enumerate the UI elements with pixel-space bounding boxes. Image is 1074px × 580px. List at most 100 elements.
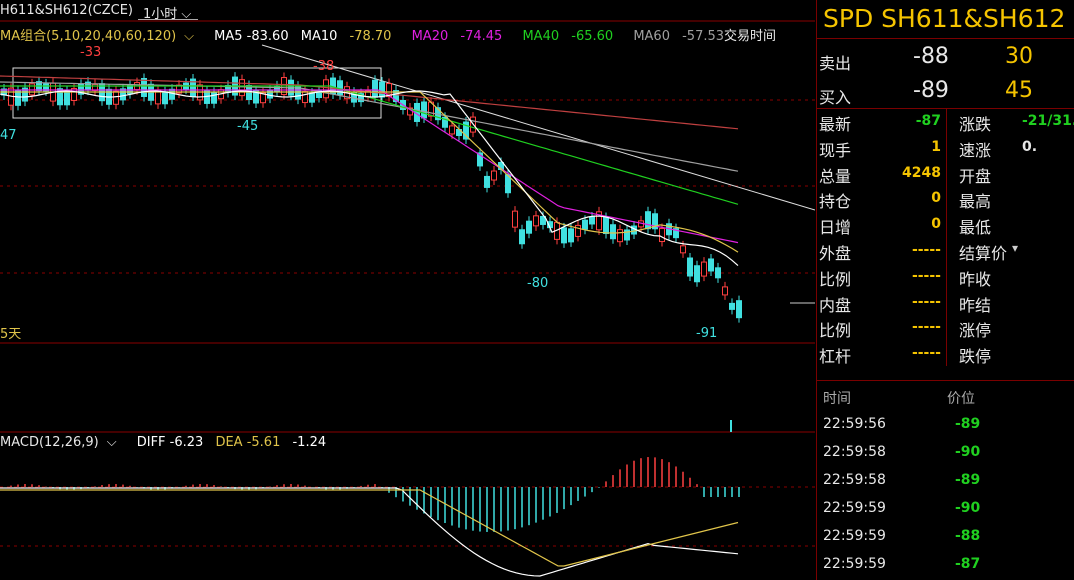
low-annotation: -91 bbox=[696, 326, 718, 341]
tick-row[interactable]: 22:59:56 -89 bbox=[817, 412, 1074, 440]
candle bbox=[708, 258, 714, 272]
candle bbox=[449, 125, 455, 135]
tick-time: 22:59:59 bbox=[823, 556, 886, 572]
candle bbox=[113, 90, 119, 105]
tick-row[interactable]: 22:59:59 -87 bbox=[817, 552, 1074, 580]
tick-price: -90 bbox=[955, 500, 981, 516]
trading-hours-label[interactable]: 交易时间 bbox=[724, 25, 776, 44]
buy-label: 买入 bbox=[819, 88, 852, 107]
stat-label: 现手 bbox=[819, 140, 852, 160]
candle bbox=[568, 228, 574, 243]
stat-label: 开盘 bbox=[959, 166, 992, 186]
stat-label: 昨收 bbox=[959, 269, 992, 289]
candle bbox=[519, 229, 525, 245]
candle bbox=[239, 79, 245, 97]
buy-price: -89 bbox=[913, 78, 949, 103]
tick-price: -89 bbox=[955, 416, 981, 432]
candle bbox=[736, 300, 742, 319]
chevron-down-icon: ⌵ bbox=[181, 7, 192, 22]
candle bbox=[589, 216, 595, 225]
tick-row[interactable]: 22:59:59 -88 bbox=[817, 524, 1074, 552]
stat-label: 跌停 bbox=[959, 347, 992, 367]
sell-price: -88 bbox=[913, 44, 949, 69]
panel-title: SPD SH611&SH612 bbox=[823, 4, 1066, 33]
stat-value: 1 bbox=[931, 138, 941, 155]
stat-label: 比例 bbox=[819, 321, 852, 341]
chevron-down-icon: ⌵ bbox=[106, 435, 117, 450]
stat-value: 0 bbox=[931, 190, 941, 207]
stat-value: -87 bbox=[915, 113, 941, 129]
tick-price: -89 bbox=[955, 472, 981, 488]
contract-symbol[interactable]: H611&SH612(CZCE) bbox=[0, 3, 133, 18]
tick-row[interactable]: 22:59:58 -90 bbox=[817, 440, 1074, 468]
ma-legend: MA组合(5,10,20,40,60,120) ⌵ MA5 -83.60 MA10… bbox=[0, 25, 740, 44]
candle bbox=[211, 91, 217, 104]
quote-panel: SPD SH611&SH612 卖出 -88 30 买入 -89 45 最新 -… bbox=[816, 0, 1074, 580]
candle bbox=[610, 224, 616, 240]
candle bbox=[302, 91, 308, 104]
candle bbox=[323, 79, 329, 99]
tick-time: 22:59:59 bbox=[823, 500, 886, 516]
sell-label: 卖出 bbox=[819, 54, 852, 73]
ticks-price-header: 价位 bbox=[947, 391, 975, 407]
candle bbox=[169, 88, 175, 100]
price-chart[interactable] bbox=[0, 0, 815, 580]
macd-value: -1.24 bbox=[292, 435, 327, 450]
tick-time: 22:59:58 bbox=[823, 472, 886, 488]
period-label[interactable]: 1小时 ⌵ bbox=[143, 3, 191, 22]
stat-label: 持仓 bbox=[819, 192, 852, 212]
trend-line bbox=[261, 44, 815, 211]
stat-label: 昨结 bbox=[959, 295, 992, 315]
macd-legend: MACD(12,26,9) ⌵ DIFF -6.23 DEA -5.61 -1.2… bbox=[0, 435, 334, 450]
stat-value: ----- bbox=[911, 319, 941, 336]
stat-label: 最低 bbox=[959, 218, 992, 238]
ma20-value: MA20 -74.45 bbox=[411, 29, 503, 44]
candle bbox=[645, 211, 651, 230]
stat-label: 总量 bbox=[819, 166, 852, 186]
stat-label: 最新 bbox=[819, 115, 852, 134]
macd-selector[interactable]: MACD(12,26,9) ⌵ bbox=[0, 435, 125, 450]
candle bbox=[729, 302, 735, 310]
stat-label: 日增 bbox=[819, 218, 852, 238]
stat-value: ----- bbox=[911, 293, 941, 310]
candle bbox=[575, 224, 581, 237]
macd-dea: DEA -5.61 bbox=[215, 435, 281, 450]
macd-dea-line bbox=[0, 489, 739, 567]
ma-group-selector[interactable]: MA组合(5,10,20,40,60,120) ⌵ bbox=[0, 29, 202, 44]
stat-label: 杠杆 bbox=[819, 347, 852, 367]
sell-row[interactable]: 卖出 -88 30 bbox=[817, 42, 1074, 76]
macd-diff: DIFF -6.23 bbox=[136, 435, 204, 450]
candle bbox=[484, 175, 490, 188]
candle bbox=[267, 89, 273, 99]
tick-time: 22:59:56 bbox=[823, 416, 886, 432]
macd-diff-line bbox=[0, 487, 739, 577]
chevron-down-icon[interactable]: ▾ bbox=[1012, 241, 1018, 255]
stat-label: 涨停 bbox=[959, 321, 992, 341]
tick-row[interactable]: 22:59:58 -89 bbox=[817, 468, 1074, 496]
candle bbox=[533, 215, 539, 227]
candle bbox=[141, 77, 147, 97]
candle bbox=[561, 227, 567, 244]
candle bbox=[274, 85, 280, 93]
low-annotation: -45 bbox=[237, 119, 259, 134]
low-annotation: -80 bbox=[527, 276, 549, 291]
buy-qty: 45 bbox=[1005, 78, 1033, 103]
candle bbox=[582, 219, 588, 230]
candle bbox=[715, 267, 721, 279]
candle bbox=[372, 79, 378, 98]
tick-time: 22:59:59 bbox=[823, 528, 886, 544]
candle bbox=[722, 286, 728, 296]
candle bbox=[617, 229, 623, 243]
buy-row[interactable]: 买入 -89 45 bbox=[817, 76, 1074, 110]
days-label: 5天 bbox=[0, 327, 22, 342]
candle bbox=[491, 170, 497, 181]
candle bbox=[659, 228, 665, 243]
tick-price: -88 bbox=[955, 528, 981, 544]
tick-row[interactable]: 22:59:59 -90 bbox=[817, 496, 1074, 524]
ma10-value: MA10 -78.70 bbox=[300, 29, 392, 44]
candle bbox=[309, 92, 315, 103]
low-annotation: 47 bbox=[0, 128, 17, 143]
stat-label: 速涨 bbox=[959, 140, 992, 160]
candle bbox=[701, 261, 707, 277]
stat-value: 0. bbox=[1022, 138, 1038, 155]
